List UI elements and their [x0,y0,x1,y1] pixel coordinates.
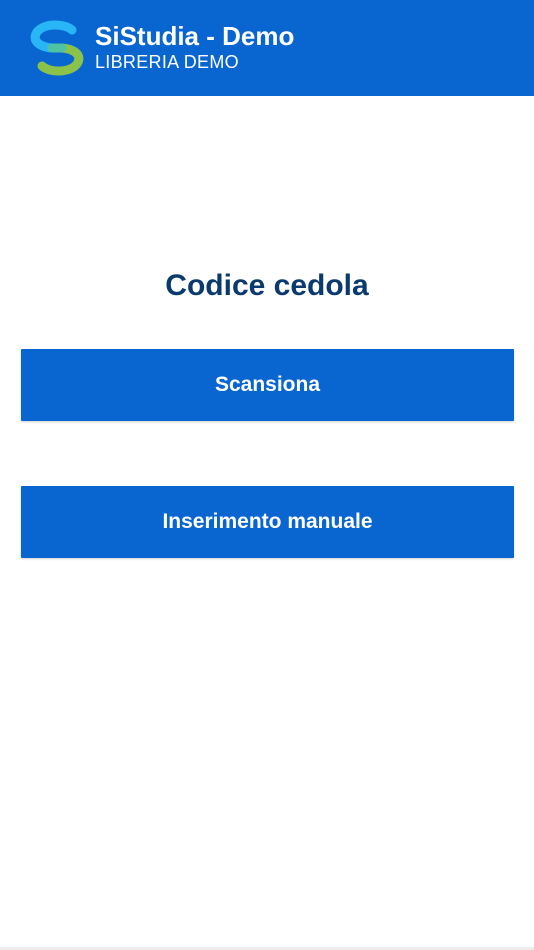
sistudia-logo-icon [30,20,84,76]
app-bar: SiStudia - Demo LIBRERIA DEMO [0,0,534,96]
app-title: SiStudia - Demo [95,21,295,51]
manual-entry-button[interactable]: Inserimento manuale [21,486,514,558]
app-subtitle: LIBRERIA DEMO [95,52,239,72]
page-title: Codice cedola [165,269,369,302]
scan-button[interactable]: Scansiona [21,349,514,421]
